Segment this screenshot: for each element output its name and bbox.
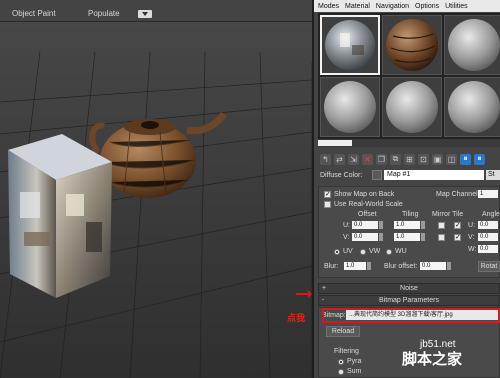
u-label: U: (343, 222, 350, 229)
put-to-library-icon[interactable]: ⊞ (404, 153, 415, 165)
blur-spinner[interactable] (367, 262, 371, 270)
u-tiling-field[interactable]: 1.0 (394, 221, 420, 229)
wu-label: WU (395, 248, 407, 255)
v-tiling-spinner[interactable] (421, 233, 425, 241)
show-map-on-back-label: Show Map on Back (334, 191, 395, 198)
show-in-viewport-icon[interactable]: ▣ (432, 153, 443, 165)
material-slot-4[interactable] (320, 77, 380, 137)
u-tile-checkbox[interactable] (454, 221, 461, 229)
vw-radio[interactable] (360, 249, 366, 255)
use-real-world-scale-checkbox[interactable] (324, 201, 331, 208)
collapse-icon: - (322, 297, 325, 304)
material-slot-3[interactable] (444, 15, 500, 75)
scrollbar-thumb[interactable] (318, 140, 352, 146)
blur-label: Blur: (324, 263, 339, 270)
highlight-box (322, 308, 500, 323)
bitmap-parameters-header[interactable]: - Bitmap Parameters (318, 295, 500, 306)
cube-object[interactable] (8, 134, 112, 298)
blur-field[interactable]: 1.0 (344, 262, 366, 270)
filter-pyramidal-radio[interactable] (338, 359, 344, 365)
get-material-icon[interactable]: ↰ (320, 153, 331, 165)
rotate-button[interactable]: Rotat (478, 261, 500, 272)
menu-material[interactable]: Material (345, 3, 370, 10)
object-paint-tab[interactable]: Object Paint (12, 9, 56, 18)
u-offset-field[interactable]: 0.0 (352, 221, 378, 229)
menu-bar: Modes Material Navigation Options Utilit… (314, 0, 500, 12)
u-offset-spinner[interactable] (379, 221, 383, 229)
wu-radio[interactable] (386, 249, 392, 255)
angle-header: Angle (482, 211, 500, 218)
u-angle-field[interactable]: 0.0 (478, 221, 498, 229)
filter-summed-radio[interactable] (338, 369, 344, 375)
u-angle-label: U: (468, 222, 475, 229)
v-label: V: (343, 234, 350, 241)
expand-icon: + (322, 285, 327, 292)
v-offset-spinner[interactable] (379, 233, 383, 241)
u-mirror-checkbox[interactable] (438, 222, 445, 229)
menu-navigation[interactable]: Navigation (376, 3, 409, 10)
uv-radio[interactable] (334, 249, 340, 255)
v-offset-field[interactable]: 0.0 (352, 233, 378, 241)
show-end-result-icon[interactable]: ◫ (446, 153, 457, 165)
material-slots (318, 13, 500, 139)
filtering-label: Filtering (334, 348, 359, 355)
uv-label: UV (343, 248, 353, 255)
blur-offset-spinner[interactable] (447, 262, 451, 270)
menu-utilities[interactable]: Utilities (445, 3, 468, 10)
map-name-field[interactable]: Map #1 (384, 170, 484, 180)
make-unique-icon[interactable]: ⧉ (390, 153, 401, 165)
copy-material-icon[interactable]: ❐ (376, 153, 387, 165)
mirror-tile-header: Mirror Tile (432, 211, 464, 218)
blur-offset-label: Blur offset: (384, 263, 418, 270)
populate-tab[interactable]: Populate (88, 9, 120, 18)
diffuse-color-label: Diffuse Color: (320, 172, 363, 179)
w-angle-label: W: (468, 246, 477, 253)
use-real-world-scale-label: Use Real-World Scale (334, 201, 403, 208)
watermark-text: 脚本之家 (402, 351, 463, 368)
tiling-header: Tiling (402, 211, 419, 218)
annotation-label: 点我 (287, 313, 306, 323)
u-tiling-spinner[interactable] (421, 221, 425, 229)
map-channel-label: Map Channel: (436, 191, 480, 198)
filter-pyramidal-label: Pyra (347, 358, 362, 365)
material-toolbar: ↰ ⇄ ⇲ ✕ ❐ ⧉ ⊞ ⊡ ▣ ◫ ⏸ ⏸ (320, 152, 500, 166)
go-forward-icon[interactable]: ⏸ (474, 153, 485, 165)
v-angle-field[interactable]: 0.0 (478, 233, 498, 241)
menu-modes[interactable]: Modes (318, 3, 339, 10)
v-tiling-field[interactable]: 1.0 (394, 233, 420, 241)
viewport-toolbar: Object Paint Populate (0, 0, 312, 22)
material-id-icon[interactable]: ⊡ (418, 153, 429, 165)
w-angle-field[interactable]: 0.0 (478, 245, 498, 253)
map-type-button[interactable]: St (486, 170, 500, 180)
noise-rollout-header[interactable]: + Noise (318, 283, 500, 294)
material-slot-5[interactable] (382, 77, 442, 137)
map-channel-field[interactable]: 1 (478, 190, 498, 198)
filter-summed-label: Sum (347, 368, 362, 375)
go-to-parent-icon[interactable]: ⏸ (460, 153, 471, 165)
vw-label: VW (369, 248, 381, 255)
put-to-scene-icon[interactable]: ⇄ (334, 153, 345, 165)
perspective-viewport[interactable]: 点我 (0, 22, 312, 378)
pick-material-button[interactable] (372, 170, 382, 180)
material-slot-6[interactable] (444, 77, 500, 137)
delete-icon[interactable]: ✕ (362, 153, 373, 165)
v-tile-checkbox[interactable] (454, 233, 461, 241)
v-angle-label: V: (468, 234, 475, 241)
menu-options[interactable]: Options (415, 3, 439, 10)
assign-material-icon[interactable]: ⇲ (348, 153, 359, 165)
offset-header: Offset (358, 211, 377, 218)
material-slot-1[interactable] (320, 15, 380, 75)
toolbar-dropdown[interactable] (138, 10, 152, 18)
watermark-url: jb51.net (420, 339, 456, 350)
v-mirror-checkbox[interactable] (438, 234, 445, 241)
blur-offset-field[interactable]: 0.0 (420, 262, 446, 270)
show-map-on-back-checkbox[interactable] (324, 190, 331, 198)
diffuse-color-row: Diffuse Color: Map #1 St (320, 170, 500, 182)
reload-button[interactable]: Reload (326, 326, 360, 337)
viewport-scene (0, 22, 312, 378)
material-slot-2[interactable] (382, 15, 442, 75)
slot-scrollbar[interactable] (318, 139, 500, 147)
